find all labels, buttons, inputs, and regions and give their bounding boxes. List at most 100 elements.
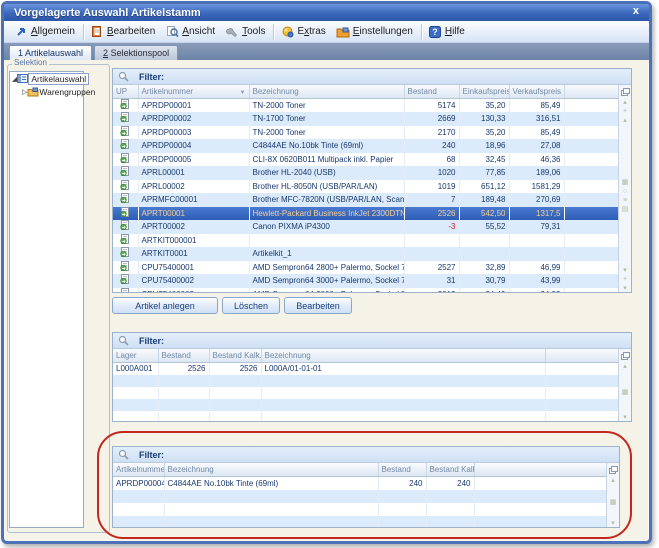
menu-item-allgemein[interactable]: Allgemein [10,23,81,40]
artikel-anlegen-button[interactable]: Artikel anlegen [112,297,218,314]
window-title: Vorgelagerte Auswahl Artikelstamm [14,7,201,19]
cell-lager: L000A001 [113,362,158,375]
table-row[interactable]: APRT00001Hewlett-Packard Business InkJet… [113,207,618,221]
filler-cell [564,126,618,140]
scroll-down-icon[interactable]: ▾ [623,266,627,275]
cell-bezeichnung: TN-1700 Toner [249,112,404,126]
menu-separator [83,24,84,40]
scroll-top-icon[interactable]: ▴ [623,98,627,107]
bearbeiten-button[interactable]: Bearbeiten [284,297,352,314]
table-row[interactable]: APRMFC00001Brother MFC-7820N (USB/PAR/LA… [113,193,618,207]
table-row[interactable]: APRL00001Brother HL-2040 (USB)102077,851… [113,166,618,180]
column-header-bestand[interactable]: Bestand [404,85,459,98]
header-row: Lager Bestand Bestand Kalk.. Bezeichnung [113,349,618,362]
table-row[interactable]: CPU75400001AMD Sempron64 2800+ Palermo, … [113,261,618,275]
scroll-minus-icon[interactable]: + [623,275,627,284]
column-header-bezeichnung[interactable]: Bezeichnung [261,349,545,362]
lager-grid-filter-row[interactable]: Filter: [113,333,631,349]
table-row-empty [113,375,618,387]
grid-view-icon[interactable]: ▦ [622,178,629,187]
table-row[interactable]: APRDP00005CLI-8X 0620B011 Multipack inkl… [113,153,618,167]
cell-artikelnummer: APRT00001 [138,207,249,221]
pool-grid-filter-row[interactable]: Filter: [113,447,619,463]
column-header-bestand-kalk[interactable]: Bestand Kalk. [426,463,474,476]
column-header-up[interactable]: UP [113,85,138,98]
column-header-verkaufspreis[interactable]: Verkaufspreis [509,85,564,98]
menu-item-ansicht[interactable]: Ansicht [161,23,221,40]
table-row[interactable]: APRL00002Brother HL-8050N (USB/PAR/LAN)1… [113,180,618,194]
menu-item-tools[interactable]: Tools [221,23,271,40]
cell-bestand: 240 [404,139,459,153]
grid-side-scrollbar[interactable]: ▴ + ▴ ▦ ○ ≡ ▤ ▾ + ▾ [618,85,631,293]
table-row[interactable]: APRDP00001TN-2000 Toner517435,2085,49 [113,98,618,112]
column-header-einkaufspreis[interactable]: Einkaufspreis [459,85,509,98]
title-bar: Vorgelagerte Auswahl Artikelstamm x [4,4,649,21]
svg-text:?: ? [432,27,438,37]
column-chooser-icon[interactable] [621,349,630,362]
tree-item-warengruppen[interactable]: ▷ Warengruppen [10,85,83,98]
menu-item-einstellungen[interactable]: Einstellungen [332,23,419,40]
cell-bezeichnung: AMD Sempron64 2800+ Palermo, Sockel 754,… [249,261,404,275]
menu-item-hilfe[interactable]: ? Hilfe [424,23,471,40]
cell-bezeichnung [164,516,378,529]
search-icon[interactable]: ○ [623,187,627,196]
table-row[interactable]: L000A00125262526L000A/01-01-01 [113,362,618,375]
column-header-bestand[interactable]: Bestand [378,463,426,476]
cell-einkaufspreis: 35,20 [459,126,509,140]
menu-bar: Allgemein Bearbeiten Ansicht Tools Extra… [4,21,649,43]
grid-side-scrollbar[interactable]: ▴ ▦ ▾ [618,349,631,422]
scroll-up-icon[interactable]: ▴ [623,116,627,125]
scroll-up-icon[interactable]: ▴ [611,476,615,485]
grid-side-scrollbar[interactable]: ▴ ▦ ▾ [606,463,619,528]
column-header-bezeichnung[interactable]: Bezeichnung [164,463,378,476]
menu-item-bearbeiten[interactable]: Bearbeiten [86,23,161,40]
column-chooser-icon[interactable] [609,463,618,476]
column-header-artikelnummer[interactable]: Artikelnummer [113,463,164,476]
tab-selektionspool[interactable]: 2 Selektionspool [94,45,178,60]
tree-item-artikelauswahl[interactable]: ◢ Artikelauswahl [10,72,83,85]
cell-verkaufspreis: 43,99 [509,274,564,288]
filler-cell [564,288,618,294]
cell-bezeichnung: L000A/01-01-01 [261,362,545,375]
grid-view-icon[interactable]: ▦ [622,388,629,397]
table-row[interactable]: APRDP00004C4844AE No.10bk Tinte (69ml)24… [113,139,618,153]
filler-cell [474,503,606,516]
column-header-lager[interactable]: Lager [113,349,158,362]
filler-cell [545,387,618,399]
cell-bezeichnung: Artikelkit_1 [249,247,404,261]
scroll-down-icon[interactable]: ▾ [611,519,615,528]
column-header-artikelnummer[interactable]: Artikelnummer▼ [138,85,249,98]
menu-item-extras[interactable]: Extras [276,23,331,40]
cell-verkaufspreis [509,234,564,248]
column-header-bestand-kalk[interactable]: Bestand Kalk.. [209,349,261,362]
layout-icon[interactable]: ▤ [622,205,629,214]
scroll-bottom-icon[interactable]: ▾ [623,284,627,293]
cell-einkaufspreis [459,247,509,261]
table-row[interactable]: APRT00002Canon PIXMA iP4300-355,5279,31 [113,220,618,234]
column-chooser-icon[interactable] [621,85,630,98]
table-row[interactable]: CPU75400002AMD Sempron64 3000+ Palermo, … [113,274,618,288]
cell-bezeichnung [164,503,378,516]
cell-verkaufspreis: 46,99 [509,261,564,275]
table-row[interactable]: ARTKIT0001Artikelkit_1 [113,247,618,261]
table-row[interactable]: APRDP00004C4844AE No.10bk Tinte (69ml)24… [113,476,606,490]
scroll-up-icon[interactable]: ▴ [623,362,627,371]
filler-cell [474,516,606,529]
table-row[interactable]: CPU75400003AMD Sempron64 2800+ Palermo, … [113,288,618,294]
table-row[interactable]: APRDP00002TN-1700 Toner2669130,33316,51 [113,112,618,126]
view-magnifier-icon [165,25,179,38]
article-grid-filter-row[interactable]: Filter: [113,69,631,85]
close-icon[interactable]: x [633,5,639,17]
scroll-plus-icon[interactable]: + [623,107,627,116]
cell-bezeichnung: CLI-8X 0620B011 Multipack inkl. Papier [249,153,404,167]
list-view-icon[interactable]: ≡ [623,196,627,205]
column-header-bezeichnung[interactable]: Bezeichnung [249,85,404,98]
grid-view-icon[interactable]: ▦ [610,498,617,507]
scroll-down-icon[interactable]: ▾ [623,413,627,422]
table-row[interactable]: ARTKIT000001 [113,234,618,248]
menu-separator [273,24,274,40]
cell-lager [113,387,158,399]
table-row[interactable]: APRDP00003TN-2000 Toner217035,2085,49 [113,126,618,140]
column-header-bestand[interactable]: Bestand [158,349,209,362]
loeschen-button[interactable]: Löschen [222,297,280,314]
